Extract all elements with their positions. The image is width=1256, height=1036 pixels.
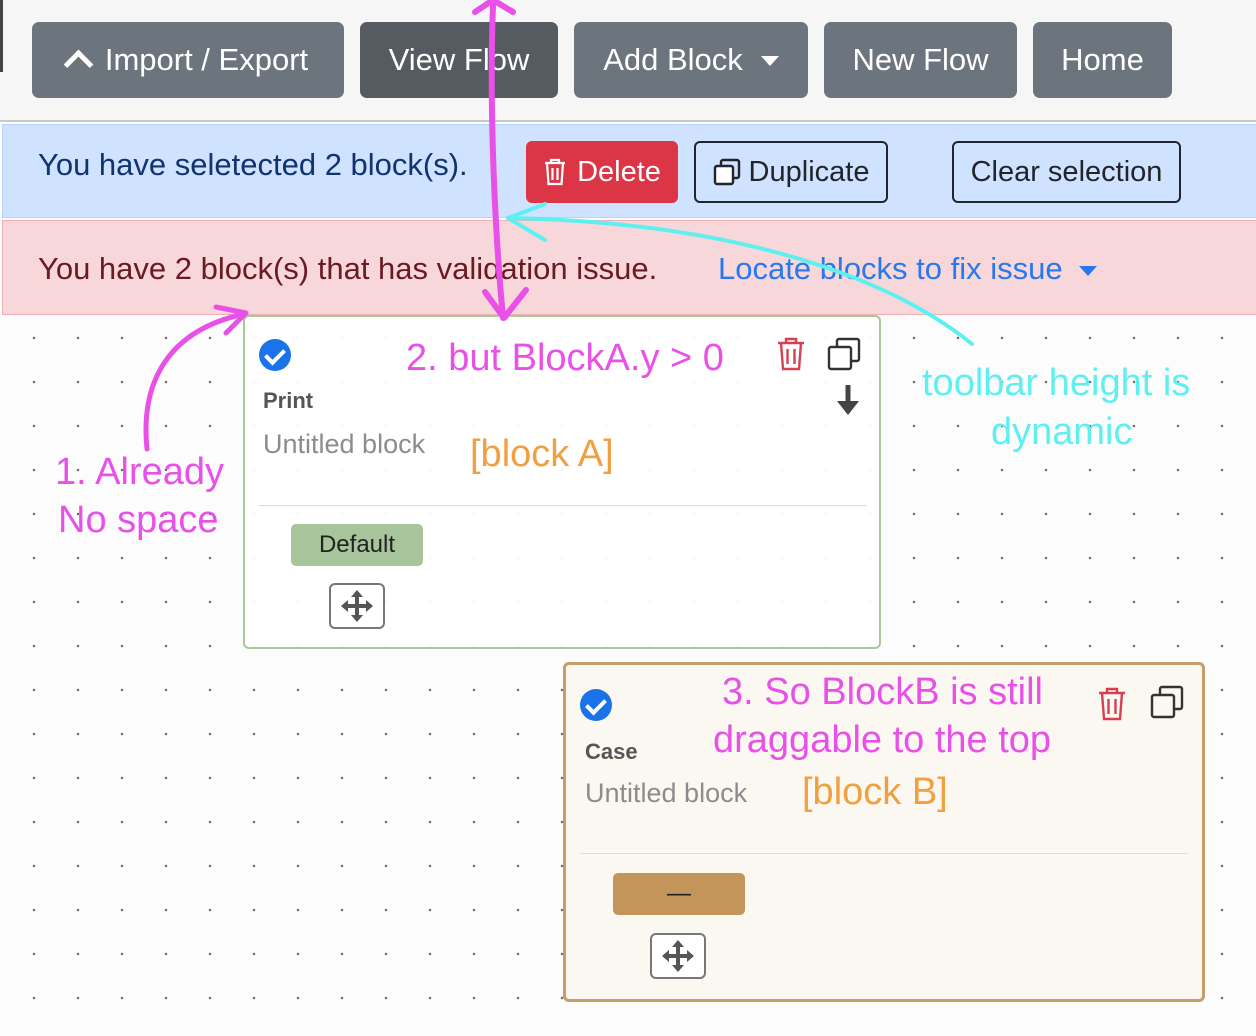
annotation-arrow-vertical: [472, 0, 529, 321]
annotation-arrows: [143, 0, 974, 452]
annotation-arrow-toolbar: [506, 202, 974, 346]
annotation-arrow-curved: [143, 304, 249, 452]
